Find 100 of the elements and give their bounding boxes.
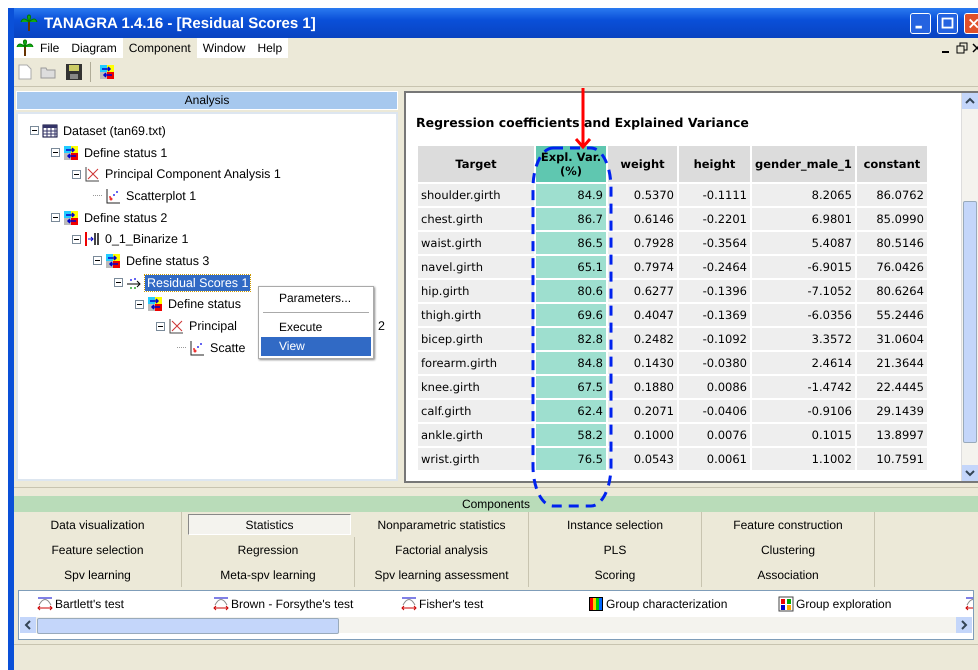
category-tab[interactable]: Statistics [188,514,351,535]
category-tab[interactable]: Spv learning assessment [355,562,529,587]
table-cell: 22.4445 [856,376,927,398]
category-tab[interactable]: Clustering [702,537,875,562]
close-icon[interactable] [972,42,978,54]
tree-node[interactable]: Dataset (tan69.txt) [61,122,168,139]
tree-node[interactable]: Define status 1 [82,144,170,161]
menu-item[interactable]: Execute [261,318,371,337]
tree-node[interactable]: 0_1_Binarize 1 [103,231,190,248]
column-header: Expl. Var. (%) [536,146,606,182]
scroll-down-icon[interactable] [962,465,978,481]
tree-node[interactable]: Define status [166,296,243,312]
category-tab[interactable]: Scoring [529,562,702,587]
table-cell: 0.2071 [608,400,677,422]
table-cell: 69.6 [536,304,606,326]
category-tab[interactable]: Spv learning [14,562,182,587]
table-cell: 80.6 [536,280,606,302]
table-cell: 80.5146 [856,232,927,254]
collapse-toggle[interactable] [51,213,60,222]
category-tab[interactable]: PLS [529,537,702,562]
color-bars-icon [588,596,604,612]
table-cell: -6.9015 [752,256,855,278]
table-cell: -0.3564 [679,232,750,254]
collapse-toggle[interactable] [72,170,81,179]
tree-node[interactable]: Residual Scores 1 [145,274,250,291]
table-cell: -0.2464 [679,256,750,278]
collapse-toggle[interactable] [72,234,81,244]
table-cell: 0.0086 [679,376,750,398]
category-tab[interactable]: Nonparametric statistics [355,512,529,537]
tree-node[interactable]: Scatterplot 1 [124,188,198,204]
tool-item[interactable]: Bartlett's test [55,597,124,611]
table-cell: wrist.girth [418,448,534,470]
restore-icon[interactable] [956,42,968,54]
save-icon[interactable] [66,64,82,80]
colored-arrows-icon [105,252,121,269]
scroll-right-icon[interactable] [956,617,972,633]
tool-item[interactable]: Brown - Forsythe's test [231,597,354,611]
menu-item[interactable]: Parameters... [261,289,371,308]
table-cell: calf.girth [418,400,534,422]
table-cell: 0.0076 [679,424,750,446]
category-tab[interactable]: Instance selection [529,512,702,537]
minimize-button[interactable] [910,12,931,34]
scroll-thumb[interactable] [37,618,339,634]
table-cell: 0.0061 [679,448,750,470]
table-cell: navel.girth [418,256,534,278]
tree-node[interactable]: Scatte [208,340,248,356]
close-button[interactable] [964,12,978,34]
vertical-scrollbar[interactable] [961,93,978,481]
cross-chart-icon [84,166,100,182]
maximize-button[interactable] [937,12,958,34]
category-tab[interactable]: Regression [182,537,355,562]
tree-node[interactable]: Principal [187,318,239,334]
table-cell: 0.6277 [608,280,677,302]
table-cell: 8.2065 [752,184,855,206]
collapse-toggle[interactable] [93,256,102,266]
table-cell: 86.5 [536,232,606,254]
table-cell: 0.0543 [608,448,677,470]
tool-item[interactable]: Group exploration [796,597,892,611]
tree-node[interactable]: Define status 3 [124,252,212,269]
colored-arrows-icon[interactable] [99,64,115,80]
horizontal-scrollbar[interactable] [20,617,972,633]
collapse-toggle[interactable] [135,300,144,309]
scroll-up-icon[interactable] [962,93,978,109]
scatter-plot-icon [105,188,121,204]
collapse-toggle[interactable] [30,126,39,136]
collapse-toggle[interactable] [114,278,123,288]
table-cell: 84.9 [536,184,606,206]
category-tab[interactable]: Data visualization [14,512,182,537]
table-cell: 58.2 [536,424,606,446]
collapse-toggle[interactable] [156,322,165,331]
panel-header: Components [14,496,978,512]
table-cell: 0.1015 [752,424,855,446]
table-cell: shoulder.girth [418,184,534,206]
scroll-left-icon[interactable] [20,617,36,633]
category-tab[interactable]: Meta-spv learning [182,562,355,587]
table-cell: -0.2201 [679,208,750,230]
menu-item[interactable]: View [261,337,371,356]
tool-item[interactable]: Fisher's test [419,597,484,611]
column-header: weight [608,146,677,182]
grid-icon [778,596,794,612]
table-cell: 0.5370 [608,184,677,206]
menu-item[interactable]: Component [122,38,197,58]
tree-node[interactable]: Principal Component Analysis 1 [103,166,283,182]
table-cell: -0.1092 [679,328,750,350]
table-cell: 65.1 [536,256,606,278]
category-tab[interactable]: Factorial analysis [355,537,529,562]
tool-item[interactable]: Group characterization [606,597,728,611]
test-icon [37,596,53,612]
category-tab[interactable]: Feature construction [702,512,875,537]
table-cell: 1.1002 [752,448,855,470]
category-tab[interactable]: Association [702,562,875,587]
table-cell: 80.6264 [856,280,927,302]
palm-tree-icon [20,14,38,32]
scroll-thumb[interactable] [963,201,977,443]
table-cell: thigh.girth [418,304,534,326]
tree-node[interactable]: Define status 2 [82,210,170,226]
category-tab[interactable]: Feature selection [14,537,182,562]
collapse-toggle[interactable] [51,148,60,158]
table-cell: -0.0380 [679,352,750,374]
table-cell: 84.8 [536,352,606,374]
